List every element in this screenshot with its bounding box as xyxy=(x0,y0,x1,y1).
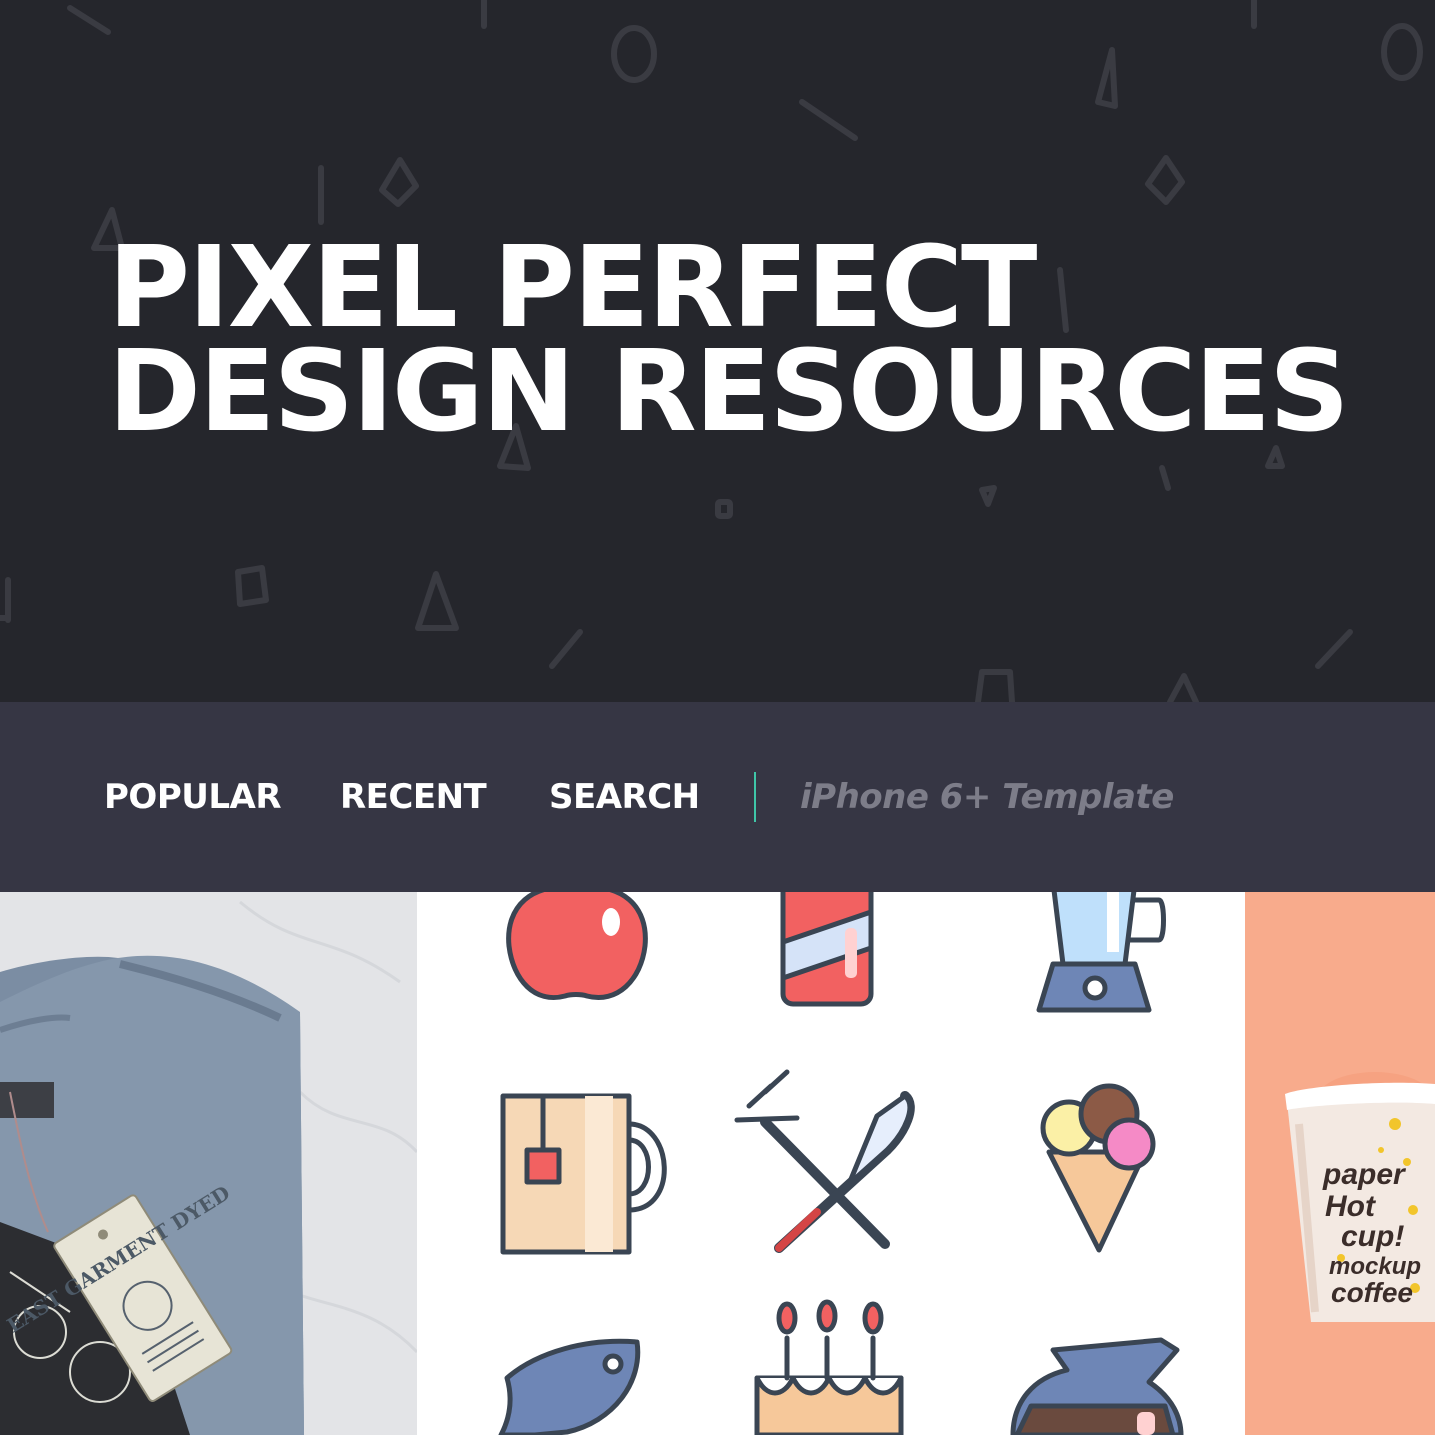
cup-text-line-1: paper xyxy=(1322,1158,1407,1191)
hero-title-line-1: PIXEL PERFECT xyxy=(108,223,1037,353)
hero-section: PIXEL PERFECT DESIGN RESOURCES xyxy=(0,0,1435,702)
hero-title-line-2: DESIGN RESOURCES xyxy=(108,327,1350,457)
apple-icon xyxy=(506,892,648,1000)
cup-text-line-2: Hot xyxy=(1325,1190,1377,1223)
gallery-item-food-icon-set[interactable] xyxy=(417,892,1245,1435)
search-input[interactable] xyxy=(800,772,1320,822)
tshirt-mockup-image: EAST GARMENT DYED xyxy=(0,892,417,1435)
nav-link-recent[interactable]: RECENT xyxy=(340,776,487,818)
paper-cup-mockup-image: paper Hot cup! mockup coffee xyxy=(1245,892,1435,1435)
nav-link-popular[interactable]: POPULAR xyxy=(104,776,282,818)
search-cursor-divider xyxy=(754,772,756,822)
nav-link-search[interactable]: SEARCH xyxy=(549,776,700,818)
cup-text-line-3: cup! xyxy=(1341,1220,1404,1253)
cup-text-line-4: mockup xyxy=(1329,1253,1421,1280)
hero-title: PIXEL PERFECT DESIGN RESOURCES xyxy=(108,223,1350,457)
cup-text-line-5: coffee xyxy=(1331,1277,1413,1308)
food-icon-set-image xyxy=(417,892,1245,1435)
soda-can-icon xyxy=(780,892,874,1007)
gallery-item-tshirt-mockup[interactable]: EAST GARMENT DYED xyxy=(0,892,417,1435)
gallery-item-paper-cup-mockup[interactable]: paper Hot cup! mockup coffee xyxy=(1245,892,1435,1435)
resource-gallery: EAST GARMENT DYED paper Hot cup! mockup … xyxy=(0,892,1435,1435)
